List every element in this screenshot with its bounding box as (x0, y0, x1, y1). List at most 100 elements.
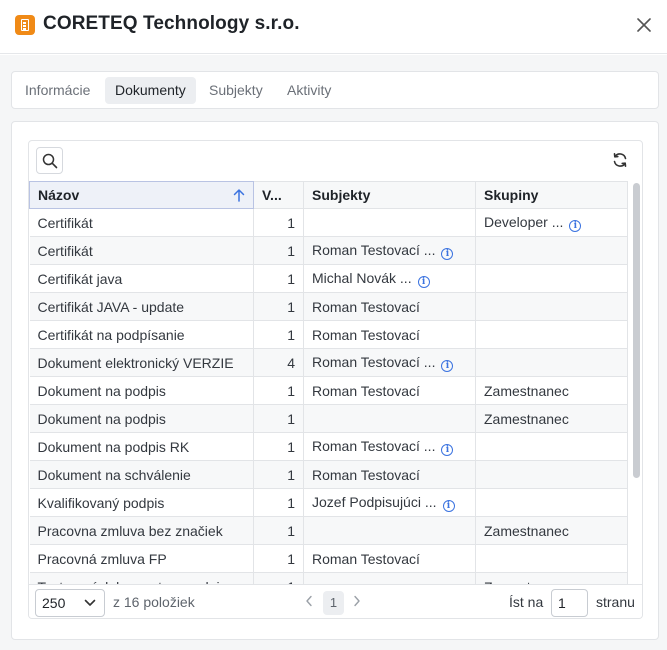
search-button[interactable] (36, 147, 63, 174)
table-row[interactable]: Dokument elektronický VERZIE 4 Roman Testo… (29, 348, 628, 377)
column-header-skupiny[interactable]: Skupiny (475, 181, 628, 209)
tab-informacie[interactable]: Informácie (15, 77, 100, 104)
cell-nazov: Kvalifikovaný podpis (29, 488, 254, 517)
vertical-scrollbar[interactable] (633, 183, 640, 581)
goto-page-input[interactable]: 1 (551, 589, 588, 617)
table-row[interactable]: Dokument na schválenie 1 Roman Testovací (29, 460, 628, 489)
cell-skupiny-text: Developer ... (484, 213, 564, 230)
cell-subjekty-text: Roman Testovací ... (312, 353, 436, 370)
tab-bar: Informácie Dokumenty Subjekty Aktivity (11, 71, 659, 109)
cell-skupiny: Zamestnanec (475, 404, 628, 433)
table-row[interactable]: Kvalifikovaný podpis 1 Jozef Podpisujúci .… (29, 488, 628, 517)
tab-aktivity[interactable]: Aktivity (277, 77, 341, 104)
cell-nazov-text: Kvalifikovaný podpis (37, 494, 165, 511)
cell-nazov-text: Certifikát java (37, 270, 123, 287)
table-row[interactable]: Pracovna zmluva bez značiek 1 Zamestnanec (29, 516, 628, 545)
cell-verzia: 1 (253, 488, 304, 517)
next-page-button[interactable] (353, 595, 361, 610)
cell-subjekty: Roman Testovací (303, 544, 476, 573)
cell-nazov: Dokument na schválenie (29, 460, 254, 489)
prev-page-button[interactable] (305, 595, 313, 610)
table-viewport: Názov V... Subjekty Skupiny Certifikát 1 D… (29, 181, 642, 584)
cell-verzia-text: 1 (287, 298, 295, 315)
cell-skupiny (475, 320, 628, 349)
table-row[interactable]: Dokument na podpis RK 1 Roman Testovací ..… (29, 432, 628, 461)
building-icon (15, 15, 35, 35)
cell-subjekty-text: Roman Testovací (312, 326, 420, 343)
page-number[interactable]: 1 (323, 591, 344, 615)
table-row[interactable]: Certifikát java 1 Michal Novák ... i (29, 264, 628, 293)
chevron-left-icon (306, 595, 312, 607)
cell-verzia: 1 (253, 236, 304, 265)
table-row[interactable]: Certifikát 1 Developer ... i (29, 208, 628, 237)
cell-subjekty-text: Roman Testovací (312, 466, 420, 483)
info-icon[interactable]: i (441, 359, 454, 372)
cell-verzia-text: 1 (287, 494, 295, 511)
cell-verzia-text: 1 (287, 522, 295, 539)
info-icon[interactable]: i (441, 443, 454, 456)
table-row[interactable]: Certifikát 1 Roman Testovací ... i (29, 236, 628, 265)
info-icon[interactable]: i (442, 499, 455, 512)
info-icon[interactable]: i (569, 219, 582, 232)
cell-nazov-text: Certifikát JAVA - update (37, 298, 185, 315)
table-row[interactable]: Dokument na podpis 1 Zamestnanec (29, 404, 628, 433)
cell-skupiny (475, 460, 628, 489)
scrollbar-thumb[interactable] (633, 183, 640, 478)
close-button[interactable] (635, 16, 653, 34)
column-header-nazov[interactable]: Názov (29, 181, 254, 209)
cell-subjekty-text: Roman Testovací (312, 382, 420, 399)
info-icon[interactable]: i (441, 247, 454, 260)
cell-skupiny (475, 348, 628, 377)
cell-nazov: Certifikát JAVA - update (29, 292, 254, 321)
table-row[interactable]: Testovací dokument na podpis1 Zamestnanec (29, 572, 628, 584)
cell-subjekty-text: Roman Testovací ... (312, 437, 436, 454)
cell-nazov: Certifikát na podpísanie (29, 320, 254, 349)
cell-nazov-text: Dokument na schválenie (37, 466, 191, 483)
document-modal: CORETEQ Technology s.r.o. Informácie Dok… (0, 0, 667, 650)
cell-skupiny: Zamestnanec (475, 572, 628, 584)
cell-verzia: 1 (253, 208, 304, 237)
table-row[interactable]: Dokument na podpis 1 Roman Testovací Zamest… (29, 376, 628, 405)
table-row[interactable]: Pracovná zmluva FP 1 Roman Testovací (29, 544, 628, 573)
cell-subjekty: Roman Testovací ... i (303, 432, 476, 461)
cell-subjekty (303, 404, 476, 433)
table-row[interactable]: Certifikát na podpísanie 1 Roman Testovací (29, 320, 628, 349)
page-size-value: 250 (42, 595, 66, 611)
cell-subjekty: Roman Testovací (303, 292, 476, 321)
column-header-subjekty[interactable]: Subjekty (303, 181, 476, 209)
cell-subjekty: Roman Testovací (303, 460, 476, 489)
cell-subjekty-text: Michal Novák ... (312, 269, 412, 286)
cell-subjekty: Roman Testovací (303, 376, 476, 405)
tab-dokumenty[interactable]: Dokumenty (105, 77, 196, 104)
cell-subjekty (303, 572, 476, 584)
cell-skupiny-text: Zamestnanec (484, 410, 569, 427)
cell-verzia-text: 1 (287, 438, 295, 455)
page-size-select[interactable]: 250 (35, 589, 105, 617)
cell-nazov-text: Certifikát na podpísanie (37, 326, 185, 343)
cell-subjekty-text: Roman Testovací (312, 550, 420, 567)
cell-nazov-text: Dokument na podpis RK (37, 438, 190, 455)
cell-subjekty-text: Roman Testovací ... (312, 241, 436, 258)
cell-nazov: Dokument na podpis (29, 376, 254, 405)
tab-subjekty[interactable]: Subjekty (199, 77, 273, 104)
table-body: Certifikát 1 Developer ... i Certifikát 1 Roma… (29, 208, 628, 584)
cell-subjekty-text: Roman Testovací (312, 298, 420, 315)
documents-grid: Názov V... Subjekty Skupiny Certifikát 1 D… (28, 140, 643, 619)
refresh-button[interactable] (612, 152, 630, 170)
cell-skupiny: Zamestnanec (475, 516, 628, 545)
cell-skupiny: Zamestnanec (475, 376, 628, 405)
documents-panel: Názov V... Subjekty Skupiny Certifikát 1 D… (11, 121, 659, 640)
cell-verzia: 1 (253, 264, 304, 293)
info-icon[interactable]: i (417, 275, 430, 288)
grid-toolbar (29, 141, 642, 181)
cell-verzia-text: 1 (287, 326, 295, 343)
table-header-row: Názov V... Subjekty Skupiny (29, 181, 628, 209)
close-icon (637, 18, 651, 32)
cell-verzia: 1 (253, 516, 304, 545)
goto-page-label: Íst na (509, 594, 544, 610)
cell-nazov: Testovací dokument na podpis (29, 572, 254, 584)
table-row[interactable]: Certifikát JAVA - update 1 Roman Testovací (29, 292, 628, 321)
modal-header: CORETEQ Technology s.r.o. (0, 0, 667, 54)
cell-verzia-text: 1 (287, 382, 295, 399)
column-header-verzia[interactable]: V... (253, 181, 304, 209)
